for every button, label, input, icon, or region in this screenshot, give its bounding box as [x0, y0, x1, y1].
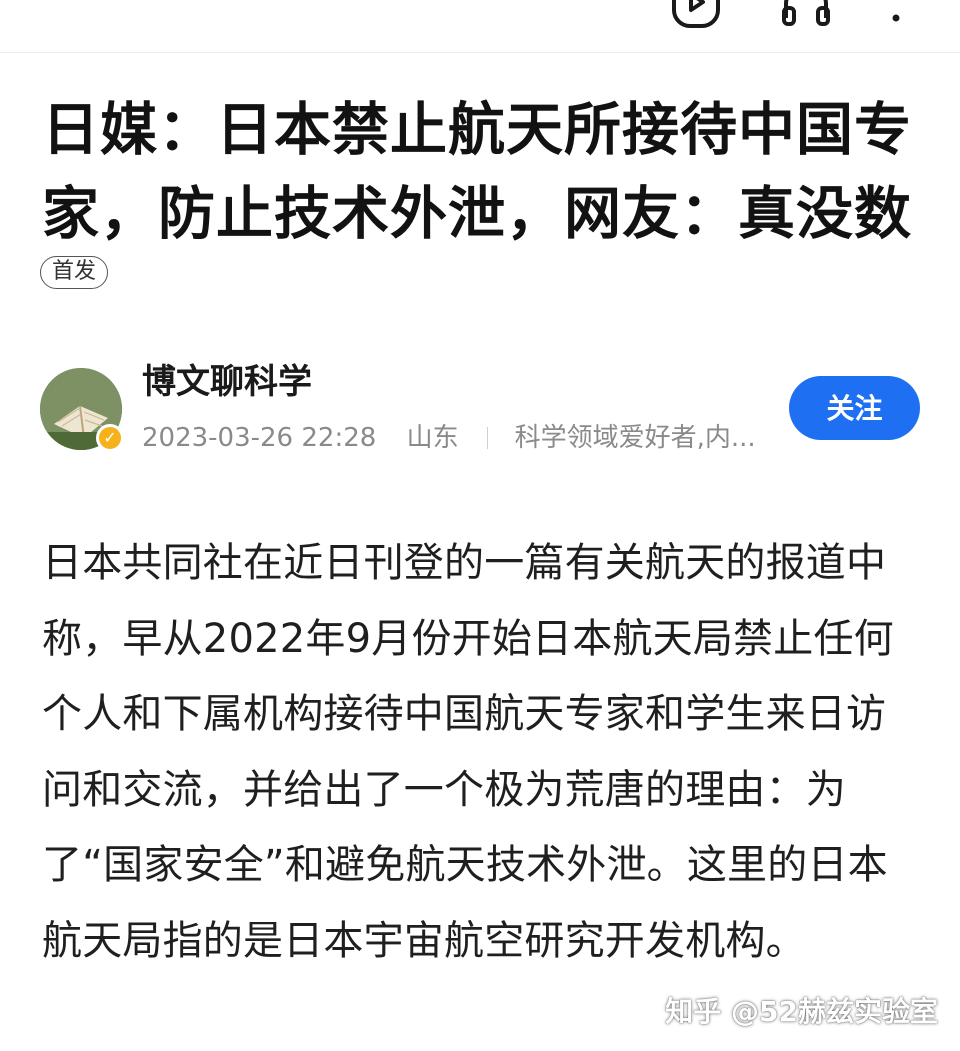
first-publish-badge: 首发: [40, 256, 109, 289]
more-icon[interactable]: [878, 0, 934, 34]
publish-location: 山东: [406, 423, 459, 453]
article-title: 日媒：日本禁止航天所接待中国专家，防止技术外泄，网友：真没数: [42, 97, 912, 247]
watermark: 知乎 @52赫兹实验室: [665, 995, 938, 1028]
author-name[interactable]: 博文聊科学: [142, 360, 312, 404]
meta-divider: [486, 427, 489, 449]
author-meta: 2023-03-26 22:28 山东 科学领域爱好者,内...: [142, 420, 756, 456]
top-bar: [0, 0, 960, 53]
article-paragraph: 日本共同社在近日刊登的一篇有关航天的报道中称，早从2022年9月份开始日本航天局…: [42, 540, 894, 964]
author-description: 科学领域爱好者,内...: [514, 423, 756, 453]
follow-button[interactable]: 关注: [789, 376, 920, 440]
publish-date: 2023-03-26 22:28: [142, 423, 377, 453]
verified-icon: ✓: [96, 424, 124, 452]
audio-icon[interactable]: [778, 0, 834, 34]
video-icon[interactable]: [668, 0, 724, 34]
